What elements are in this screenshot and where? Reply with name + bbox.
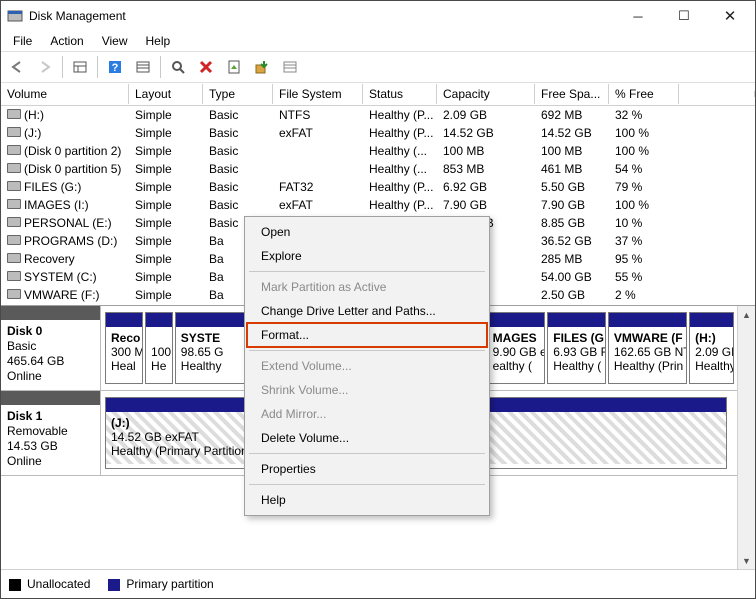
table-row[interactable]: (Disk 0 partition 5)SimpleBasicHealthy (… bbox=[1, 160, 755, 178]
menu-view[interactable]: View bbox=[94, 32, 136, 50]
delete-button[interactable] bbox=[193, 54, 219, 80]
col-blank[interactable] bbox=[679, 91, 755, 97]
table-row[interactable]: FILES (G:)SimpleBasicFAT32Healthy (P...6… bbox=[1, 178, 755, 196]
disk-info: Disk 1Removable14.53 GBOnline bbox=[1, 391, 101, 475]
context-menu: Open Explore Mark Partition as Active Ch… bbox=[244, 216, 490, 516]
table-row[interactable]: (Disk 0 partition 2)SimpleBasicHealthy (… bbox=[1, 142, 755, 160]
col-freespace[interactable]: Free Spa... bbox=[535, 84, 609, 104]
settings-button[interactable] bbox=[130, 54, 156, 80]
volume-icon bbox=[7, 235, 21, 245]
ctx-open[interactable]: Open bbox=[247, 220, 487, 244]
col-type[interactable]: Type bbox=[203, 84, 273, 104]
ctx-format[interactable]: Format... bbox=[247, 323, 487, 347]
volume-icon bbox=[7, 109, 21, 119]
ctx-separator bbox=[249, 453, 485, 454]
volume-icon bbox=[7, 289, 21, 299]
legend-unallocated: Unallocated bbox=[9, 577, 90, 591]
ctx-delete[interactable]: Delete Volume... bbox=[247, 426, 487, 450]
show-hide-button[interactable] bbox=[67, 54, 93, 80]
ctx-add-mirror: Add Mirror... bbox=[247, 402, 487, 426]
back-button[interactable] bbox=[4, 54, 30, 80]
col-capacity[interactable]: Capacity bbox=[437, 84, 535, 104]
ctx-mark-active: Mark Partition as Active bbox=[247, 275, 487, 299]
toolbar-separator bbox=[97, 56, 98, 78]
ctx-explore[interactable]: Explore bbox=[247, 244, 487, 268]
ctx-change-letter[interactable]: Change Drive Letter and Paths... bbox=[247, 299, 487, 323]
close-button[interactable]: ✕ bbox=[707, 1, 753, 31]
volume-icon bbox=[7, 271, 21, 281]
volume-icon bbox=[7, 163, 21, 173]
volume-icon bbox=[7, 253, 21, 263]
ctx-properties[interactable]: Properties bbox=[247, 457, 487, 481]
ctx-extend: Extend Volume... bbox=[247, 354, 487, 378]
disk-label: Disk 1 bbox=[7, 409, 42, 423]
menu-file[interactable]: File bbox=[5, 32, 40, 50]
partition[interactable]: Reco300 MHeal bbox=[105, 312, 143, 384]
volume-icon bbox=[7, 127, 21, 137]
action-button[interactable] bbox=[249, 54, 275, 80]
scroll-down-icon[interactable]: ▼ bbox=[738, 552, 755, 569]
volume-list-header: Volume Layout Type File System Status Ca… bbox=[1, 83, 755, 106]
partition[interactable]: FILES (G6.93 GB FHealthy ( bbox=[547, 312, 606, 384]
volume-icon bbox=[7, 217, 21, 227]
app-icon bbox=[7, 8, 23, 24]
menu-bar: File Action View Help bbox=[1, 31, 755, 51]
menu-action[interactable]: Action bbox=[42, 32, 91, 50]
help-button[interactable]: ? bbox=[102, 54, 128, 80]
volume-icon bbox=[7, 145, 21, 155]
svg-text:?: ? bbox=[112, 62, 119, 74]
toolbar: ? bbox=[1, 51, 755, 83]
list-button[interactable] bbox=[277, 54, 303, 80]
toolbar-separator bbox=[62, 56, 63, 78]
col-layout[interactable]: Layout bbox=[129, 84, 203, 104]
ctx-help[interactable]: Help bbox=[247, 488, 487, 512]
forward-button[interactable] bbox=[32, 54, 58, 80]
properties-button[interactable] bbox=[221, 54, 247, 80]
col-filesystem[interactable]: File System bbox=[273, 84, 363, 104]
legend: Unallocated Primary partition bbox=[1, 569, 755, 598]
partition[interactable]: MAGES9.90 GB eealthy ( bbox=[487, 312, 546, 384]
col-volume[interactable]: Volume bbox=[1, 84, 129, 104]
ctx-separator bbox=[249, 484, 485, 485]
ctx-shrink: Shrink Volume... bbox=[247, 378, 487, 402]
refresh-button[interactable] bbox=[165, 54, 191, 80]
minimize-button[interactable]: ─ bbox=[615, 1, 661, 31]
legend-primary-label: Primary partition bbox=[126, 577, 213, 591]
partition[interactable]: 100He bbox=[145, 312, 173, 384]
table-row[interactable]: IMAGES (I:)SimpleBasicexFATHealthy (P...… bbox=[1, 196, 755, 214]
legend-unallocated-label: Unallocated bbox=[27, 577, 90, 591]
toolbar-separator bbox=[160, 56, 161, 78]
ctx-separator bbox=[249, 350, 485, 351]
col-status[interactable]: Status bbox=[363, 84, 437, 104]
maximize-button[interactable]: ☐ bbox=[661, 1, 707, 31]
legend-primary: Primary partition bbox=[108, 577, 213, 591]
partition[interactable]: VMWARE (F162.65 GB NTHealthy (Prin bbox=[608, 312, 687, 384]
vertical-scrollbar[interactable]: ▲ ▼ bbox=[737, 306, 755, 569]
window-frame: Disk Management ─ ☐ ✕ File Action View H… bbox=[0, 0, 756, 599]
menu-help[interactable]: Help bbox=[138, 32, 179, 50]
window-title: Disk Management bbox=[29, 9, 615, 23]
col-pctfree[interactable]: % Free bbox=[609, 84, 679, 104]
table-row[interactable]: (H:)SimpleBasicNTFSHealthy (P...2.09 GB6… bbox=[1, 106, 755, 124]
table-row[interactable]: (J:)SimpleBasicexFATHealthy (P...14.52 G… bbox=[1, 124, 755, 142]
ctx-separator bbox=[249, 271, 485, 272]
title-bar: Disk Management ─ ☐ ✕ bbox=[1, 1, 755, 31]
volume-icon bbox=[7, 181, 21, 191]
volume-icon bbox=[7, 199, 21, 209]
disk-info: Disk 0Basic465.64 GBOnline bbox=[1, 306, 101, 390]
scroll-up-icon[interactable]: ▲ bbox=[738, 306, 755, 323]
disk-label: Disk 0 bbox=[7, 324, 42, 338]
partition[interactable]: (H:)2.09 GBHealthy bbox=[689, 312, 734, 384]
